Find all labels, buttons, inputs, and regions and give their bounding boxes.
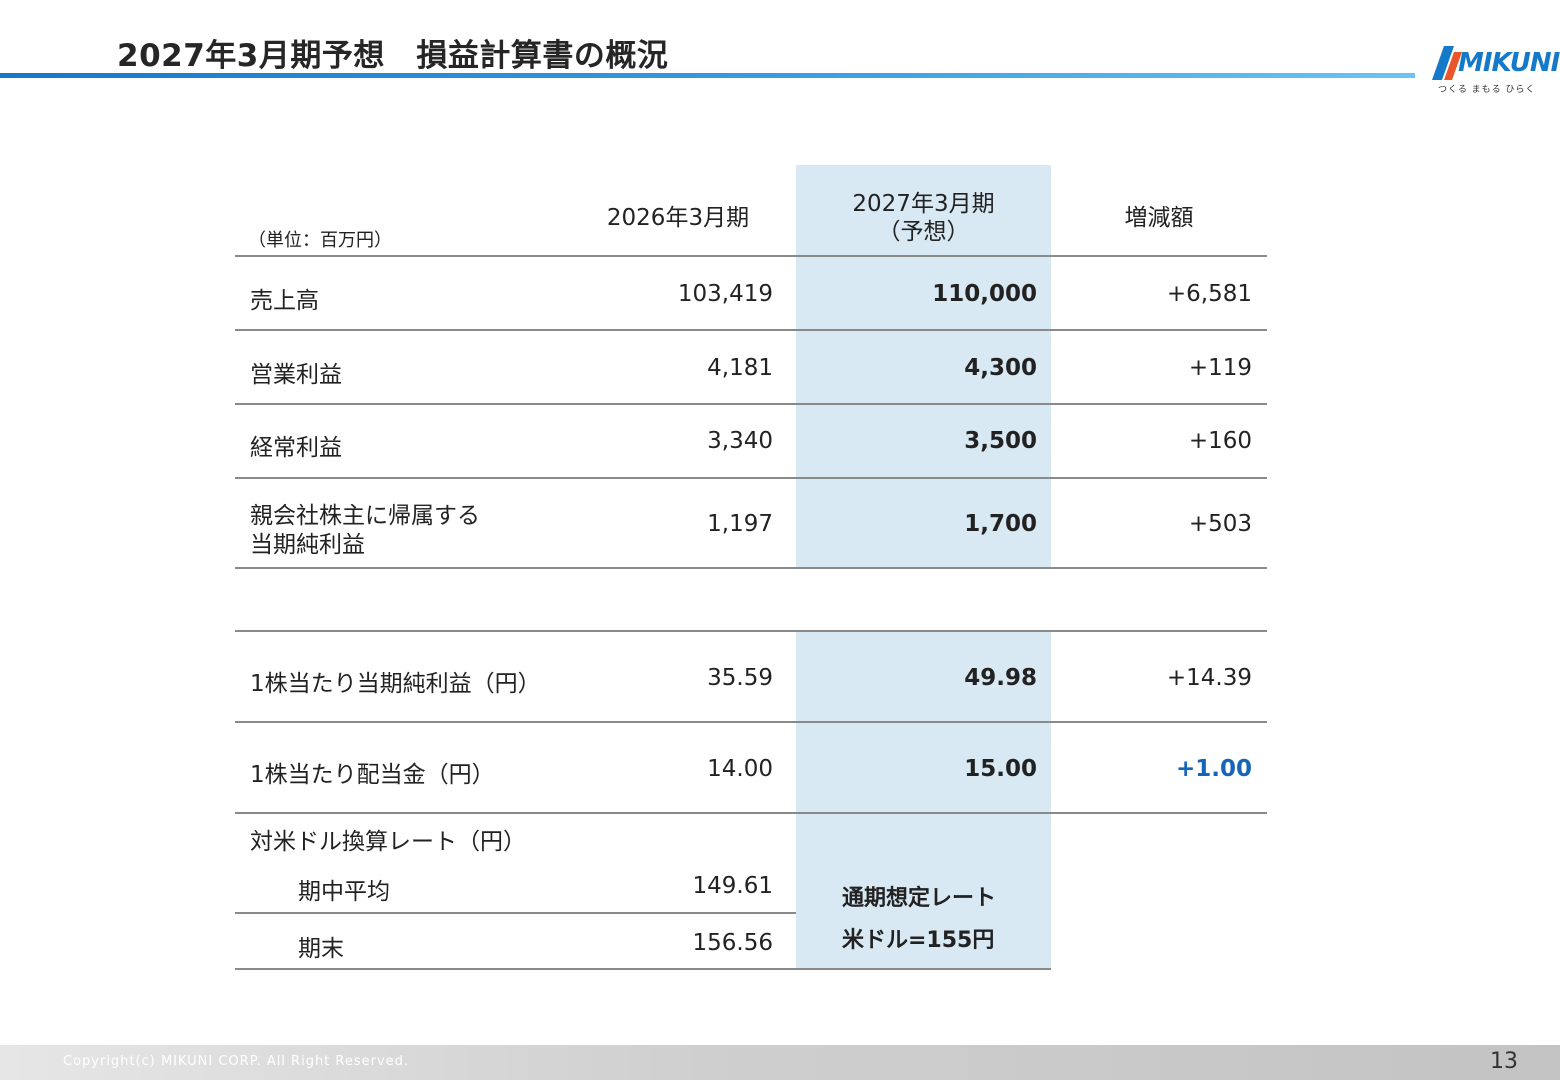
row-prev-net-sales: 103,419 (677, 281, 773, 307)
row-prev-operating-profit: 4,181 (707, 355, 773, 381)
row-diff-net-sales: +6,581 (1166, 281, 1252, 307)
page-number: 13 (1490, 1049, 1518, 1074)
table-rule (235, 968, 1051, 970)
fx-assumed-rate-value: 米ドル=155円 (842, 928, 995, 953)
fx-average-value: 149.61 (692, 873, 773, 899)
row-prev-eps: 35.59 (707, 665, 773, 691)
page-title: 2027年3月期予想 損益計算書の概況 (117, 38, 669, 74)
row-label-operating-profit: 営業利益 (250, 362, 342, 388)
table-rule (235, 812, 1267, 814)
logo-wordmark: MIKUNI (1458, 48, 1560, 78)
table-rule (235, 912, 796, 914)
table-rule (235, 721, 1267, 723)
fx-assumed-rate-label: 通期想定レート (842, 886, 997, 911)
row-diff-dividend: +1.00 (1175, 756, 1252, 782)
header-prev-year: 2026年3月期 (606, 205, 750, 231)
row-label-net-income-line2: 当期純利益 (250, 532, 365, 558)
header-forecast-note: （予想） (877, 219, 970, 245)
table-rule (235, 329, 1267, 331)
row-forecast-ordinary-profit: 3,500 (964, 428, 1037, 454)
title-underline (0, 73, 1415, 78)
company-logo: MIKUNI つくる まもる ひらく (1432, 46, 1560, 96)
copyright-text: Copyright(c) MIKUNI CORP. All Right Rese… (63, 1054, 410, 1069)
row-label-net-sales: 売上高 (250, 288, 319, 314)
unit-label: （単位：百万円） (248, 230, 392, 251)
row-forecast-operating-profit: 4,300 (964, 355, 1037, 381)
row-diff-ordinary-profit: +160 (1188, 428, 1252, 454)
row-diff-eps: +14.39 (1166, 665, 1252, 691)
fx-end-value: 156.56 (692, 930, 773, 956)
row-diff-operating-profit: +119 (1188, 355, 1252, 381)
fx-end-label: 期末 (298, 936, 344, 962)
row-prev-ordinary-profit: 3,340 (707, 428, 773, 454)
row-label-ordinary-profit: 経常利益 (250, 435, 342, 461)
fx-rate-label: 対米ドル換算レート（円） (250, 829, 526, 855)
fx-average-label: 期中平均 (298, 879, 390, 905)
logo-tagline: つくる まもる ひらく (1438, 85, 1536, 95)
header-difference: 増減額 (1124, 205, 1194, 231)
row-forecast-net-income: 1,700 (964, 511, 1037, 537)
row-diff-net-income: +503 (1188, 511, 1252, 537)
table-rule (235, 255, 1267, 257)
row-forecast-eps: 49.98 (964, 665, 1037, 691)
row-label-dividend: 1株当たり配当金（円） (250, 762, 495, 788)
row-forecast-net-sales: 110,000 (932, 281, 1037, 307)
row-forecast-dividend: 15.00 (964, 756, 1037, 782)
row-prev-dividend: 14.00 (707, 756, 773, 782)
table-rule (235, 477, 1267, 479)
table-rule (235, 630, 1267, 632)
row-label-eps: 1株当たり当期純利益（円） (250, 671, 541, 697)
table-rule (235, 403, 1267, 405)
table-rule (235, 567, 1267, 569)
row-prev-net-income: 1,197 (707, 511, 773, 537)
